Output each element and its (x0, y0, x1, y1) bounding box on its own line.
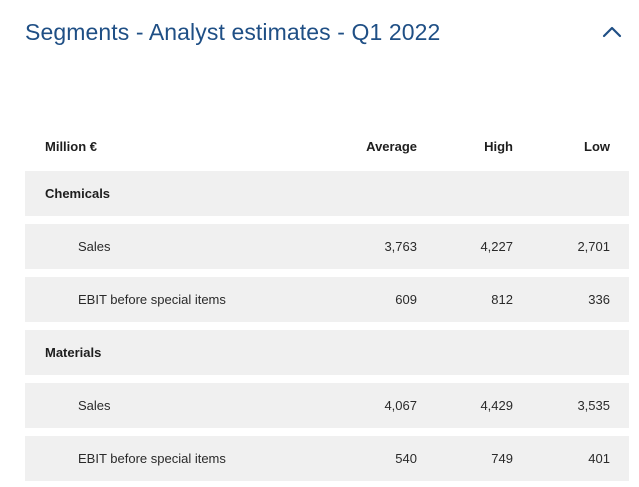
table-row: Sales 3,763 4,227 2,701 (25, 224, 629, 269)
low-value: 2,701 (577, 239, 610, 254)
high-value: 749 (491, 451, 513, 466)
high-value: 4,429 (480, 398, 513, 413)
average-value: 540 (395, 451, 417, 466)
average-value: 4,067 (384, 398, 417, 413)
average-value: 609 (395, 292, 417, 307)
page-title: Segments - Analyst estimates - Q1 2022 (25, 19, 441, 45)
group-label: Materials (45, 345, 102, 360)
average-value: 3,763 (384, 239, 417, 254)
column-header-low: Low (584, 138, 610, 154)
estimates-table: Million € Average High Low Chemicals Sal… (25, 124, 629, 481)
group-label: Chemicals (45, 186, 111, 201)
low-value: 401 (588, 451, 610, 466)
row-label: Sales (78, 239, 111, 254)
low-value: 336 (588, 292, 610, 307)
row-label: EBIT before special items (78, 451, 226, 466)
column-header-label: Million € (45, 138, 97, 154)
chevron-up-icon (602, 26, 622, 38)
table-row: EBIT before special items 540 749 401 (25, 436, 629, 481)
column-header-average: Average (366, 138, 417, 154)
low-value: 3,535 (577, 398, 610, 413)
high-value: 812 (491, 292, 513, 307)
high-value: 4,227 (480, 239, 513, 254)
table-header-row: Million € Average High Low (25, 124, 629, 168)
group-row-chemicals: Chemicals (25, 171, 629, 216)
column-header-high: High (484, 138, 513, 154)
group-row-materials: Materials (25, 330, 629, 375)
table-row: EBIT before special items 609 812 336 (25, 277, 629, 322)
table-row: Sales 4,067 4,429 3,535 (25, 383, 629, 428)
row-label: Sales (78, 398, 111, 413)
row-label: EBIT before special items (78, 292, 226, 307)
collapse-button[interactable] (601, 24, 623, 40)
